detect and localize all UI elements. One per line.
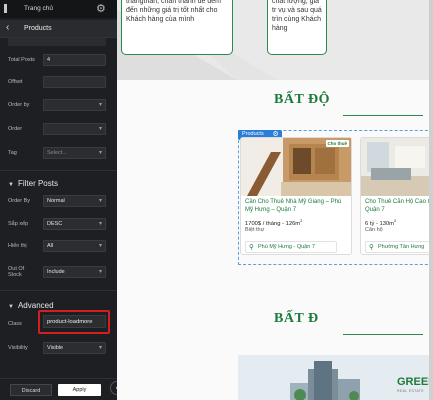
- order-by-select[interactable]: ▾: [43, 99, 106, 111]
- divider: [0, 290, 117, 291]
- select-value: Visible: [47, 345, 64, 351]
- chevron-down-icon: ▾: [98, 198, 102, 204]
- select-value: All: [47, 243, 54, 249]
- product-image: Cho thuê: [241, 138, 351, 196]
- card-text: chất lượng, giá tr vụ và sau quá trìn cù…: [272, 0, 322, 32]
- product-location[interactable]: ⚲ Phường Tân Hưng: [365, 241, 433, 253]
- field-label: Tag: [8, 150, 17, 156]
- chevron-down-icon: ▾: [98, 102, 102, 108]
- order-select[interactable]: ▾: [43, 123, 106, 135]
- sort-select[interactable]: DESC ▾: [43, 218, 106, 230]
- filter-posts-section-toggle[interactable]: ▼ Filter Posts: [8, 179, 58, 188]
- field-label: Offset: [8, 79, 23, 85]
- triangle-down-icon: ▼: [8, 304, 14, 310]
- product-card[interactable]: Cho thuê Cần Cho Thuê Nhà Mỹ Giang – Phú…: [240, 137, 352, 255]
- field-sort: Sắp xếp DESC ▾: [8, 218, 108, 231]
- map-pin-icon: ⚲: [249, 244, 254, 251]
- field-offset: Offset: [8, 76, 108, 89]
- divider: [0, 170, 117, 171]
- field-label: Out Of Stock: [8, 266, 25, 278]
- gear-icon[interactable]: ⚙: [96, 2, 106, 15]
- out-of-stock-select[interactable]: Include ▾: [43, 266, 106, 278]
- top-bar: Trang chủ ⚙: [0, 0, 117, 18]
- product-type: Căn hộ: [365, 227, 383, 233]
- field-order-by: Order by ▾: [8, 99, 108, 112]
- field-filter-order-by: Order By Normal ▾: [8, 195, 108, 208]
- field-label: Order: [8, 126, 23, 132]
- location-text: Phường Tân Hưng: [378, 244, 425, 250]
- field-out-of-stock: Out Of Stock Include ▾: [8, 264, 108, 282]
- field-label: Order By: [8, 198, 31, 204]
- chevron-down-icon: ▾: [98, 221, 102, 227]
- field-label: Class: [8, 321, 22, 327]
- chevron-down-icon: ▾: [98, 345, 102, 351]
- builder-sidebar: Trang chủ ⚙ ‹ Products Total Posts 4 Off…: [0, 0, 117, 400]
- field-total-posts: Total Posts 4: [8, 54, 108, 67]
- discard-button[interactable]: Discard: [10, 384, 52, 396]
- product-type: Biệt thự: [245, 227, 265, 233]
- select-value: Include: [47, 269, 65, 275]
- field-tag: Tag Select... ▾: [8, 147, 108, 160]
- panel-title: Products: [24, 25, 52, 32]
- area-unit-exponent: 2: [300, 218, 303, 223]
- value-card: chất lượng, giá tr vụ và sau quá trìn cù…: [267, 0, 327, 55]
- section-title: Advanced: [17, 301, 54, 310]
- product-price-area: 1700$ / tháng - 126m2: [245, 218, 302, 227]
- product-card[interactable]: Cho Thuê Căn Hộ Cao Cấ Quận 7 6 tỷ - 130…: [360, 137, 433, 255]
- tag-select[interactable]: Select... ▾: [43, 147, 106, 159]
- page-title[interactable]: Trang chủ: [24, 5, 53, 12]
- location-text: Phú Mỹ Hưng - Quận 7: [258, 244, 315, 250]
- field-label: Visibility: [8, 345, 28, 351]
- panel-header: ‹ Products: [0, 20, 117, 38]
- product-title[interactable]: Cần Cho Thuê Nhà Mỹ Giang – Phú Mỹ Hưng …: [245, 198, 349, 214]
- area-unit-exponent: 2: [394, 218, 397, 223]
- chevron-down-icon: ▾: [98, 150, 102, 156]
- chevron-left-icon[interactable]: ‹: [6, 22, 9, 33]
- heading-underline: [343, 334, 423, 335]
- chevron-down-icon: ▾: [98, 243, 102, 249]
- product-image: [361, 138, 433, 196]
- heading-underline: [343, 115, 423, 116]
- product-area: 126m: [285, 220, 301, 227]
- field-visibility: Visibility Visible ▾: [8, 342, 108, 355]
- highlight-box: [38, 310, 110, 334]
- advanced-section-toggle[interactable]: ▼ Advanced: [8, 301, 54, 310]
- section-title: Filter Posts: [17, 179, 58, 188]
- brand-logo-subtext: REAL ESTATE: [397, 389, 424, 393]
- field-label: Total Posts: [8, 57, 35, 63]
- product-title[interactable]: Cho Thuê Căn Hộ Cao Cấ Quận 7: [365, 198, 433, 215]
- page-scrollbar[interactable]: [429, 0, 433, 400]
- sidebar-footer: Discard Apply: [0, 378, 117, 400]
- visibility-select[interactable]: Visible ▾: [43, 342, 106, 354]
- interior-photo: [361, 138, 433, 196]
- menu-icon[interactable]: [4, 4, 7, 13]
- select-value: Normal: [47, 198, 65, 204]
- select-value: DESC: [47, 221, 63, 227]
- rent-badge: Cho thuê: [325, 140, 349, 147]
- apply-button[interactable]: Apply: [58, 384, 101, 396]
- brand-logo-text: GREEN: [397, 376, 433, 388]
- product-price-area: 6 tỷ - 130m2: [365, 218, 396, 227]
- field-label: Sắp xếp: [8, 221, 29, 227]
- field-label: Hiển thị: [8, 243, 27, 249]
- section-heading: BẤT Đ: [274, 311, 319, 326]
- field-label: Order by: [8, 102, 30, 108]
- field-display: Hiển thị All ▾: [8, 240, 108, 253]
- triangle-down-icon: ▼: [8, 182, 14, 188]
- panel-scroll-remnant: [8, 38, 106, 46]
- chevron-down-icon: ▾: [98, 126, 102, 132]
- value-card: thẳngthắn, chân thành để đem đến những g…: [121, 0, 233, 55]
- map-pin-icon: ⚲: [369, 244, 374, 251]
- field-order: Order ▾: [8, 123, 108, 136]
- select-placeholder: Select...: [47, 150, 67, 156]
- card-text: thẳngthắn, chân thành để đem đến những g…: [126, 0, 221, 23]
- chevron-down-icon: ▾: [98, 269, 102, 275]
- total-posts-input[interactable]: 4: [43, 54, 106, 66]
- section-heading: BẤT ĐỘ: [274, 92, 331, 107]
- filter-order-by-select[interactable]: Normal ▾: [43, 195, 106, 207]
- product-location[interactable]: ⚲ Phú Mỹ Hưng - Quận 7: [245, 241, 337, 253]
- offset-input[interactable]: [43, 76, 106, 88]
- display-select[interactable]: All ▾: [43, 240, 106, 252]
